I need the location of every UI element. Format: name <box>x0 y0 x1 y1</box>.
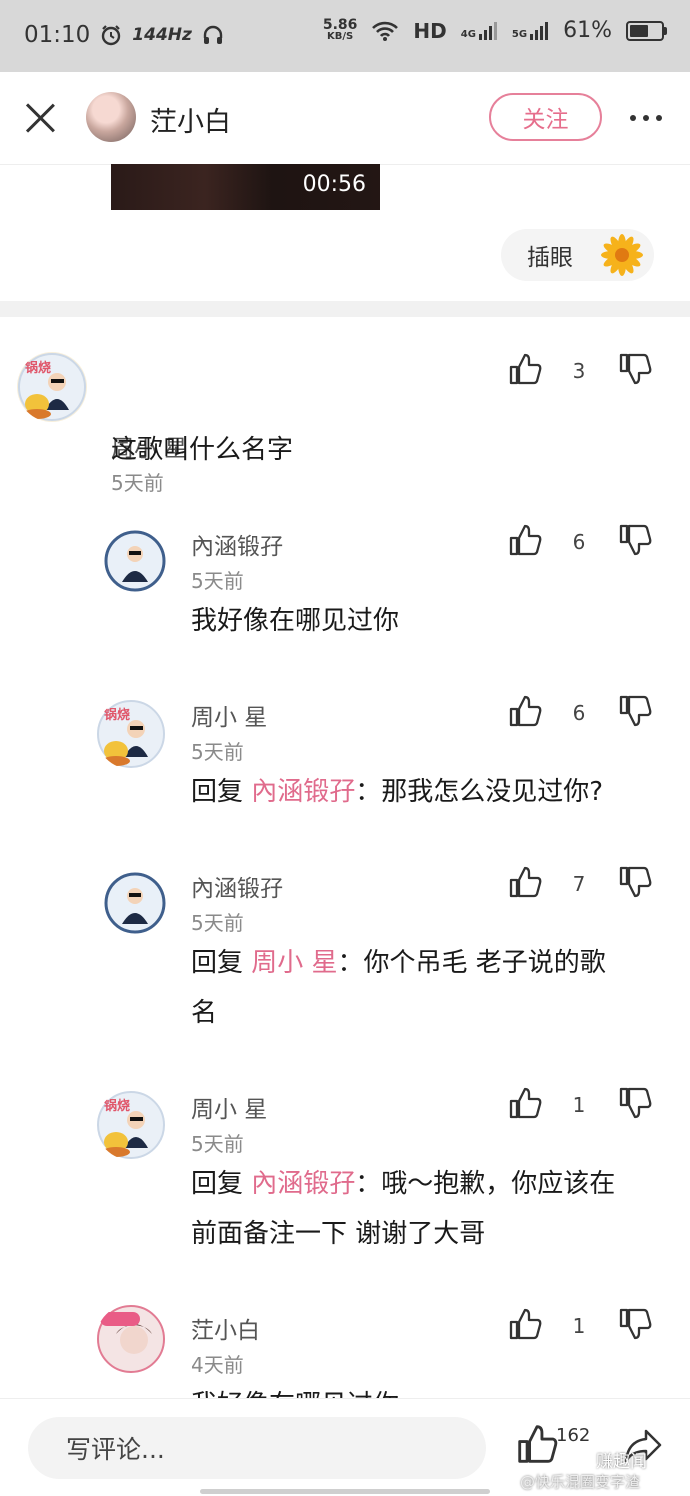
bookmark-chip[interactable]: 插眼 <box>501 229 654 281</box>
battery-level <box>630 24 649 37</box>
comment-author[interactable]: 內涵锻孖 <box>191 869 283 903</box>
comment-input-placeholder: 写评论... <box>66 1435 165 1464</box>
thumbs-up-icon[interactable] <box>508 694 542 728</box>
home-indicator[interactable] <box>200 1489 490 1494</box>
avatar[interactable] <box>104 530 166 592</box>
comment-sheet: 茳小白 关注 00:56 插眼 锅烧 周小 星 5天前 这歌叫什么名字 3 內涵… <box>0 72 690 1495</box>
battery-icon <box>626 20 667 41</box>
post-like-count: 162 <box>556 1425 591 1446</box>
watermark-handle: @快乐混圈变字渣 <box>520 1473 641 1491</box>
watermark-text: 赚趣闻 <box>596 1452 647 1472</box>
avatar-image: 锅烧 <box>18 353 86 421</box>
thumbs-down-icon[interactable] <box>618 694 652 728</box>
network-5g-label: 5G <box>511 28 528 40</box>
avatar-image <box>104 872 166 934</box>
avatar[interactable] <box>104 872 166 934</box>
avatar-image <box>97 1305 165 1373</box>
avatar-image <box>104 530 166 592</box>
comment-text: 我好像在哪见过你 <box>191 606 400 636</box>
thumbs-down-icon[interactable] <box>618 523 652 557</box>
like-count: 3 <box>572 359 586 383</box>
mention-link[interactable]: 內涵锻孖 <box>251 777 355 807</box>
avatar[interactable]: 锅烧 <box>17 352 87 422</box>
battery-percent: 61% <box>563 18 612 43</box>
thumbs-up-icon[interactable] <box>508 523 542 557</box>
comment-author[interactable]: 內涵锻孖 <box>191 527 283 561</box>
alarm-icon <box>102 25 121 46</box>
bottom-bar: 写评论... 162 赚趣闻 @快乐混圈变字渣 <box>0 1398 690 1496</box>
comment-author[interactable]: 周小 星 <box>191 1090 267 1124</box>
follow-button[interactable]: 关注 <box>489 93 602 141</box>
signal-icon <box>530 21 549 40</box>
comment-text: 回复 內涵锻孖：哦～抱歉，你应该在 前面备注一下 谢谢了大哥 <box>191 1169 616 1249</box>
comment-text: 回复 內涵锻孖：那我怎么没见过你? <box>191 777 604 807</box>
mention-link[interactable]: 內涵锻孖 <box>251 1169 355 1199</box>
signal-icon <box>478 21 497 40</box>
video-duration: 00:56 <box>302 172 366 197</box>
thumbs-up-icon[interactable] <box>508 865 542 899</box>
svg-text:锅烧: 锅烧 <box>104 707 130 723</box>
comment-text: 回复 周小 星：你个吊毛 老子说的歌名 <box>191 948 606 1028</box>
mention-link[interactable]: 周小 星 <box>251 948 337 978</box>
svg-text:锅烧: 锅烧 <box>104 1098 130 1114</box>
avatar-image: 锅烧 <box>97 700 165 768</box>
more-icon[interactable] <box>630 115 662 121</box>
comment-item: 锅烧 周小 星 5天前 <box>0 317 690 495</box>
like-count: 6 <box>572 530 586 554</box>
status-bar: 01:10 144Hz 5.86 KB/S HD 4G 5G 61% <box>0 0 690 72</box>
like-count: 6 <box>572 701 586 725</box>
svg-text:锅烧: 锅烧 <box>25 360 51 376</box>
thumbs-down-icon[interactable] <box>618 1307 652 1341</box>
thumbs-up-icon[interactable] <box>508 1307 542 1341</box>
comment-input[interactable]: 写评论... <box>28 1417 486 1479</box>
thumbs-down-icon[interactable] <box>618 865 652 899</box>
comment-time: 5天前 <box>191 911 244 935</box>
avatar[interactable]: 锅烧 <box>96 699 166 769</box>
comment-author[interactable]: 茳小白 <box>191 1311 260 1345</box>
thumbs-up-icon[interactable] <box>516 1423 558 1465</box>
thumbs-down-icon[interactable] <box>618 1086 652 1120</box>
headphones-icon <box>203 25 223 44</box>
comment-text: 这歌叫什么名字 <box>111 435 294 465</box>
status-time: 01:10 <box>24 22 91 48</box>
comment-author[interactable]: 周小 星 <box>191 698 267 732</box>
refresh-rate: 144Hz <box>132 25 192 45</box>
network-4g-label: 4G <box>460 28 476 40</box>
avatar[interactable] <box>96 1304 166 1374</box>
comment-time: 4天前 <box>191 1353 244 1377</box>
wifi-icon <box>372 21 399 41</box>
avatar[interactable] <box>86 92 136 142</box>
chip-label: 插眼 <box>527 245 573 271</box>
comment-time: 5天前 <box>191 740 244 764</box>
section-divider <box>0 301 690 317</box>
like-count: 1 <box>572 1314 586 1338</box>
hd-indicator: HD <box>413 18 447 43</box>
video-thumbnail[interactable]: 00:56 <box>111 164 380 210</box>
thumbs-up-icon[interactable] <box>508 1086 542 1120</box>
like-count: 1 <box>572 1093 586 1117</box>
close-icon[interactable] <box>24 102 56 134</box>
net-speed: 5.86 KB/S <box>322 16 358 42</box>
avatar[interactable]: 锅烧 <box>96 1090 166 1160</box>
comment-time: 5天前 <box>191 1132 244 1156</box>
sheet-header: 茳小白 关注 <box>0 72 690 165</box>
avatar-image: 锅烧 <box>97 1091 165 1159</box>
comment-time: 5天前 <box>191 569 244 593</box>
thumbs-down-icon[interactable] <box>618 352 652 386</box>
like-count: 7 <box>572 872 586 896</box>
thumbs-up-icon[interactable] <box>508 352 542 386</box>
comment-text: 我好像在哪见过你 <box>191 1380 399 1398</box>
flower-icon <box>601 234 643 276</box>
author-name[interactable]: 茳小白 <box>150 100 231 139</box>
